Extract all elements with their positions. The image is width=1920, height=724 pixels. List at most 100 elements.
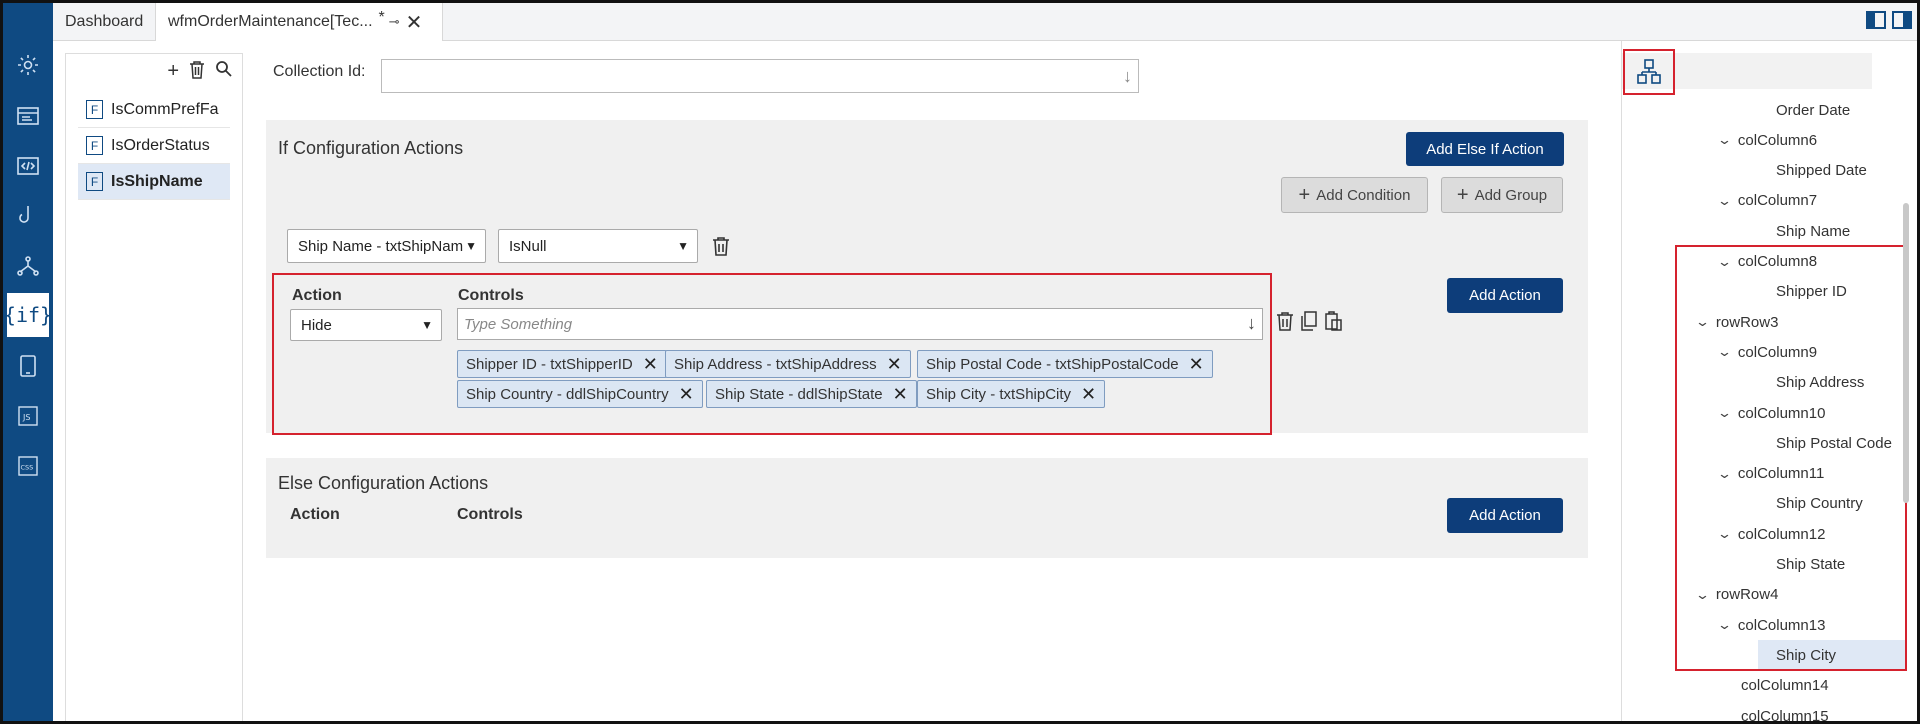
- action-header: Action: [292, 287, 342, 304]
- if-section-title: If Configuration Actions: [278, 138, 464, 158]
- rule-item-selected[interactable]: F IsShipName: [78, 164, 230, 200]
- condition-operator-select[interactable]: IsNull ▼: [498, 229, 698, 263]
- tree-scrollbar[interactable]: [1903, 203, 1909, 503]
- collection-id-label: Collection Id:: [273, 63, 366, 80]
- action-select[interactable]: Hide ▼: [290, 309, 442, 341]
- tree-node[interactable]: Order Date: [1776, 95, 1850, 125]
- expand-chevron-icon[interactable]: ⌄: [1717, 193, 1732, 209]
- add-condition-button[interactable]: + Add Condition: [1281, 177, 1428, 213]
- pin-icon[interactable]: ⊸: [389, 14, 400, 30]
- else-controls-header: Controls: [457, 506, 523, 523]
- layout-toggles: [1866, 11, 1912, 29]
- chip-label: Ship State - ddlShipState: [715, 385, 883, 403]
- if-rules-icon[interactable]: {if}: [4, 293, 52, 337]
- hierarchy-icon: [1637, 59, 1661, 84]
- rule-item[interactable]: F IsOrderStatus: [78, 128, 230, 164]
- condition-field-value: Ship Name - txtShipNam: [298, 237, 464, 255]
- paste-icon[interactable]: [1324, 311, 1342, 331]
- controls-input[interactable]: Type Something ↓: [457, 308, 1263, 340]
- chip-label: Ship Address - txtShipAddress: [674, 355, 877, 373]
- rule-label: IsOrderStatus: [111, 136, 210, 154]
- tree-node[interactable]: colColumn15: [1741, 701, 1829, 724]
- action-row-highlight: Action Controls Hide ▼ Type Something ↓ …: [272, 273, 1272, 435]
- settings-icon[interactable]: [7, 43, 49, 87]
- function-badge-icon: F: [86, 136, 103, 155]
- chevron-down-icon: ▼: [677, 239, 689, 253]
- tree-nodes-highlight: [1675, 245, 1907, 671]
- plus-icon: +: [1456, 183, 1469, 206]
- delete-icon[interactable]: [189, 60, 205, 85]
- left-nav-rail: {if} JS CSS: [3, 3, 53, 721]
- remove-chip-icon[interactable]: ✕: [643, 354, 658, 375]
- css-icon[interactable]: CSS: [7, 444, 49, 488]
- tree-node-label: Order Date: [1776, 101, 1851, 119]
- collection-id-input[interactable]: ↓: [381, 59, 1139, 93]
- remove-chip-icon[interactable]: ✕: [1081, 384, 1096, 405]
- chip-label: Ship Country - ddlShipCountry: [466, 385, 669, 403]
- app-window: {if} JS CSS Dashboard wfmOrderMaintenanc…: [0, 0, 1920, 724]
- tree-node[interactable]: ⌄ colColumn6: [1717, 125, 1818, 155]
- tab-bar: Dashboard wfmOrderMaintenance[Tec... * ⊸…: [53, 3, 1917, 41]
- chip-label: Shipper ID - txtShipperID: [466, 355, 633, 373]
- controls-header: Controls: [458, 287, 524, 304]
- rules-list-panel: + F IsCommPrefFa F IsOrderStatus F IsShi…: [65, 53, 243, 721]
- modified-marker: *: [378, 9, 385, 26]
- hook-icon[interactable]: [7, 194, 49, 238]
- tree-node[interactable]: Ship Name: [1776, 216, 1850, 246]
- tree-node-label: Ship Name: [1776, 222, 1851, 240]
- function-badge-icon: F: [86, 172, 103, 191]
- tree-node[interactable]: Shipped Date: [1776, 156, 1867, 186]
- code-icon[interactable]: [7, 144, 49, 188]
- remove-chip-icon[interactable]: ✕: [893, 384, 908, 405]
- workflow-icon[interactable]: [7, 244, 49, 288]
- tree-node-label: Shipped Date: [1776, 162, 1867, 180]
- add-group-label: Add Group: [1474, 186, 1548, 204]
- condition-field-select[interactable]: Ship Name - txtShipNam ▼: [287, 229, 486, 263]
- add-action-button[interactable]: Add Action: [1447, 278, 1563, 313]
- tab-active-label: wfmOrderMaintenance[Tec...: [168, 13, 373, 30]
- control-chip: Ship State - ddlShipState ✕: [706, 380, 917, 408]
- tree-node-label: colColumn7: [1737, 192, 1818, 210]
- delete-condition-icon[interactable]: [712, 236, 730, 256]
- tree-node[interactable]: ⌄ colColumn7: [1717, 186, 1818, 216]
- tree-node[interactable]: colColumn14: [1741, 671, 1829, 701]
- else-configuration-section: Else Configuration Actions Action Contro…: [266, 458, 1588, 558]
- remove-chip-icon[interactable]: ✕: [1189, 354, 1204, 375]
- tab-dashboard[interactable]: Dashboard: [53, 3, 155, 41]
- remove-chip-icon[interactable]: ✕: [679, 384, 694, 405]
- if-configuration-section: If Configuration Actions Add Else If Act…: [266, 120, 1588, 435]
- add-group-button[interactable]: + Add Group: [1441, 177, 1563, 213]
- add-else-if-button[interactable]: Add Else If Action: [1406, 132, 1564, 166]
- else-action-header: Action: [290, 506, 340, 523]
- expand-chevron-icon[interactable]: ⌄: [1717, 132, 1732, 148]
- add-icon[interactable]: +: [167, 60, 179, 85]
- function-badge-icon: F: [86, 100, 103, 119]
- tab-order-maintenance[interactable]: wfmOrderMaintenance[Tec... * ⊸ ✕: [155, 3, 443, 41]
- action-value: Hide: [301, 316, 332, 334]
- rule-item[interactable]: F IsCommPrefFa: [78, 92, 230, 128]
- right-panel-toggle-icon[interactable]: [1892, 11, 1912, 29]
- close-tab-icon[interactable]: ✕: [406, 10, 423, 35]
- form-icon[interactable]: [7, 94, 49, 138]
- delete-action-icon[interactable]: [1276, 311, 1294, 331]
- else-add-action-button[interactable]: Add Action: [1447, 498, 1563, 533]
- left-panel-toggle-icon[interactable]: [1866, 11, 1886, 29]
- chip-label: Ship Postal Code - txtShipPostalCode: [926, 355, 1179, 373]
- chevron-down-icon: ▼: [421, 318, 433, 332]
- dropdown-arrow-icon[interactable]: ↓: [1123, 66, 1132, 87]
- dropdown-arrow-icon[interactable]: ↓: [1247, 313, 1256, 334]
- control-chip: Shipper ID - txtShipperID ✕: [457, 350, 667, 378]
- search-icon[interactable]: [215, 60, 232, 85]
- action-row-tools: [1276, 311, 1342, 331]
- remove-chip-icon[interactable]: ✕: [887, 354, 902, 375]
- control-chip: Ship City - txtShipCity ✕: [917, 380, 1106, 408]
- tree-node-label: colColumn6: [1737, 131, 1818, 149]
- tree-node-label: colColumn15: [1741, 707, 1829, 724]
- tree-view-toggle[interactable]: [1623, 49, 1675, 95]
- add-condition-label: Add Condition: [1316, 186, 1411, 204]
- js-icon[interactable]: JS: [7, 394, 49, 438]
- tablet-icon[interactable]: [7, 344, 49, 388]
- copy-icon[interactable]: [1300, 311, 1318, 331]
- chevron-down-icon: ▼: [465, 239, 477, 253]
- tree-node-label: colColumn14: [1741, 677, 1829, 695]
